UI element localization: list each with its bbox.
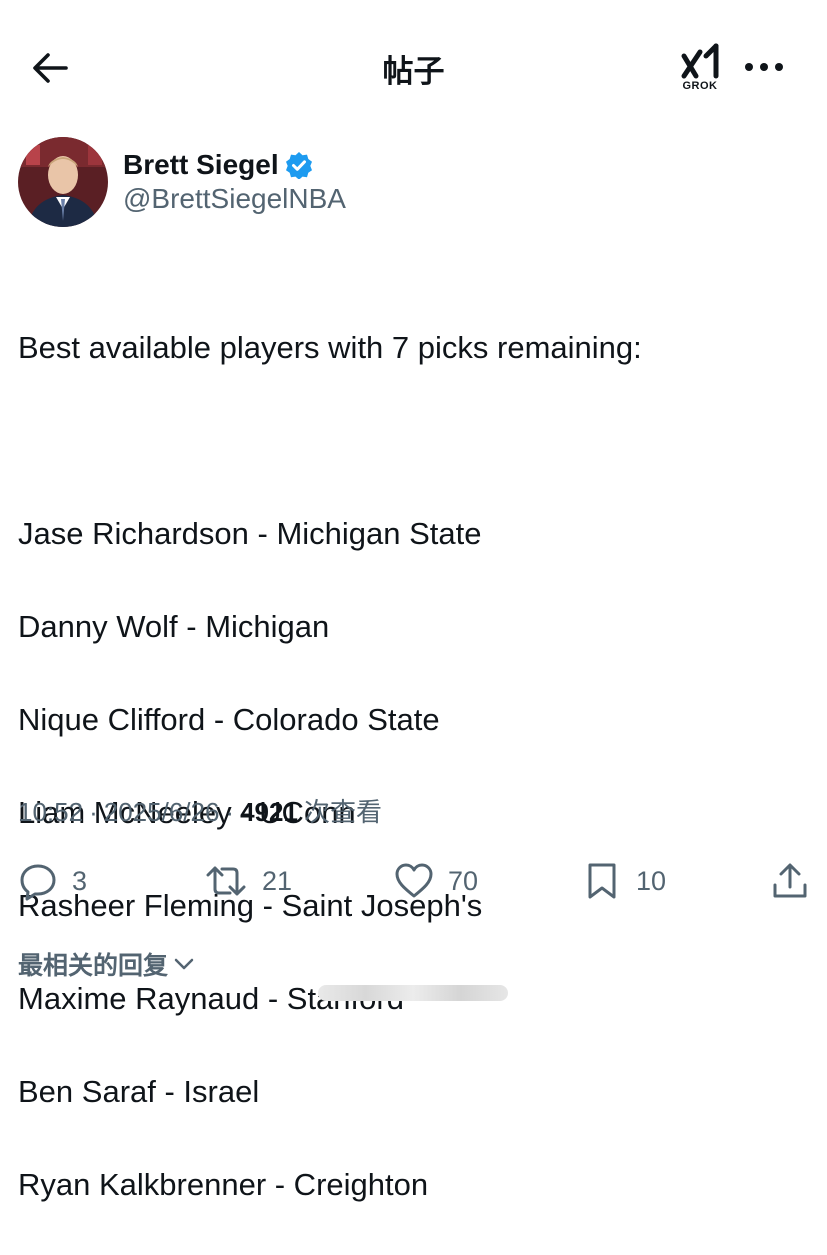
meta-separator: · [89, 797, 98, 827]
author-name[interactable]: Brett Siegel [123, 149, 279, 181]
bookmark-button[interactable]: 10 [582, 858, 666, 904]
view-count: 4921 [240, 797, 298, 827]
repost-icon [206, 866, 246, 896]
post-date[interactable]: 2025/6/26 [104, 797, 220, 828]
player-line: Ben Saraf - Israel [18, 1073, 260, 1109]
share-button[interactable] [770, 858, 810, 904]
grok-label: GROK [682, 80, 718, 92]
avatar[interactable] [18, 137, 108, 227]
post-body: Best available players with 7 picks rema… [18, 278, 808, 1255]
home-indicator [318, 985, 508, 1001]
bookmark-icon [588, 863, 616, 899]
heart-icon [395, 863, 433, 898]
like-count: 70 [448, 865, 479, 896]
post-intro: Best available players with 7 picks rema… [18, 329, 642, 365]
chevron-down-icon [174, 958, 194, 970]
more-icon[interactable] [742, 55, 786, 79]
repost-count: 21 [262, 865, 293, 896]
player-line: Ryan Kalkbrenner - Creighton [18, 1166, 429, 1202]
post-meta: 10:52 · 2025/6/26 · 4921 次查看 [18, 792, 382, 829]
top-bar: 帖子 GROK [0, 0, 827, 130]
verified-badge-icon [285, 152, 312, 179]
replies-sort-label: 最相关的回复 [18, 952, 169, 980]
grok-icon[interactable]: GROK [676, 42, 726, 94]
repost-button[interactable]: 21 [204, 858, 292, 904]
meta-separator: · [225, 797, 235, 827]
like-button[interactable]: 70 [394, 858, 478, 904]
player-line: Jase Richardson - Michigan State [18, 515, 482, 551]
share-icon [773, 863, 807, 898]
replies-sort-toggle[interactable]: 最相关的回复 [18, 946, 196, 982]
bookmark-count: 10 [636, 865, 667, 896]
reply-count: 3 [72, 865, 88, 896]
post-time[interactable]: 10:52 [18, 797, 83, 828]
player-line: Danny Wolf - Michigan [18, 608, 330, 644]
author-handle[interactable]: @BrettSiegelNBA [123, 183, 346, 215]
author-name-row: Brett Siegel [123, 145, 313, 185]
view-count-label: 次查看 [303, 797, 382, 827]
player-line: Nique Clifford - Colorado State [18, 701, 440, 737]
reply-icon [20, 864, 56, 901]
reply-button[interactable]: 3 [18, 858, 87, 904]
